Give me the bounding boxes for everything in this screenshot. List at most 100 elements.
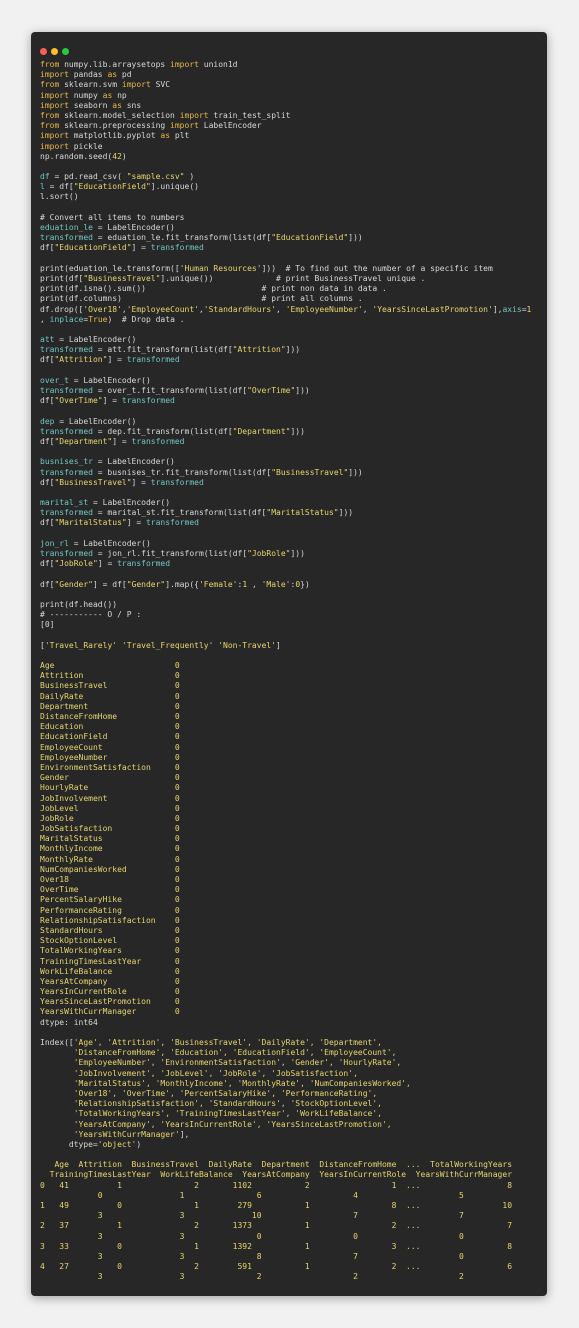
code-token: , (40, 314, 50, 324)
code-token: df[ (40, 559, 55, 569)
code-token: YearsAtCompany 0 (40, 976, 180, 986)
code-token: 3 3 2 2 2 (40, 1272, 464, 1282)
code-line: df["MaritalStatus"] = transformed (40, 518, 541, 528)
code-token: 0 41 1 2 1102 2 1 ... 8 (40, 1180, 513, 1190)
code-token: transformed (150, 243, 204, 253)
minimize-dot[interactable] (51, 48, 58, 55)
code-token: = over_t.fit_transform(list(df[ (92, 386, 248, 395)
code-token: sns (121, 100, 142, 110)
code-token: Index([ (40, 1038, 74, 1047)
code-token: ) (136, 1139, 142, 1149)
code-line: marital_st = LabelEncoder() (40, 498, 541, 508)
code-line: import matplotlib.pyplot as plt (40, 131, 541, 141)
maximize-dot[interactable] (62, 48, 69, 55)
code-token: ) (184, 172, 195, 182)
code-token: [0] (40, 620, 55, 630)
code-token: print(eduation_le.transform([ (40, 263, 180, 273)
code-token: , (247, 579, 262, 589)
code-line: transformed = dep.fit_transform(list(df[… (40, 427, 541, 437)
code-token: ) # Drop data . (107, 314, 185, 324)
code-line: MonthlyIncome 0 (40, 844, 541, 854)
code-line: l.sort() (40, 192, 541, 202)
code-token: 3 33 0 1 1392 1 3 ... 8 (40, 1241, 513, 1251)
code-token: EmployeeCount 0 (40, 742, 180, 752)
code-line: transformed = over_t.fit_transform(list(… (40, 386, 541, 396)
code-token: 1 49 0 1 279 1 8 ... 10 (40, 1201, 513, 1210)
code-line: df.drop(['Over18','EmployeeCount','Stand… (40, 305, 541, 315)
code-line: EducationField 0 (40, 732, 541, 742)
code-token: JobRole 0 (40, 813, 180, 823)
code-token: df[ (40, 518, 55, 528)
code-token: over_t (40, 375, 69, 385)
code-token: TotalWorkingYears 0 (40, 946, 180, 956)
code-token: ] = (112, 436, 132, 446)
code-line: HourlyRate 0 (40, 783, 541, 793)
code-token: from (40, 80, 60, 90)
code-token: dtype= (40, 1139, 98, 1149)
code-token: ] = (131, 243, 151, 253)
code-token: import (40, 100, 69, 110)
code-token: OverTime 0 (40, 885, 180, 895)
code-line: from sklearn.preprocessing import LabelE… (40, 121, 541, 131)
code-line: 'TotalWorkingYears', 'TrainingTimesLastY… (40, 1109, 541, 1119)
code-token: from (40, 110, 60, 120)
code-line: YearsSinceLastPromotion 0 (40, 997, 541, 1007)
code-token: numpy (68, 90, 103, 100)
code-block: from numpy.lib.arraysetops import union1… (40, 60, 541, 1283)
code-token: "EducationField" (73, 182, 151, 192)
code-line: print(df.isna().sum()) # print non data … (40, 284, 541, 294)
code-line: StandardHours 0 (40, 926, 541, 936)
code-token: "Department" (232, 426, 291, 436)
code-token: = jon_rl.fit_transform(list(df[ (92, 549, 248, 558)
code-token: transformed (40, 508, 93, 518)
code-token: df[ (40, 579, 55, 589)
code-token: 'Over18', 'OverTime', 'PercentSalaryHike… (40, 1088, 378, 1098)
code-token: 3 3 8 7 0 (40, 1251, 464, 1261)
code-line: 3 3 0 0 0 (40, 1232, 541, 1242)
code-token: JobSatisfaction 0 (40, 824, 180, 834)
code-line: RelationshipSatisfaction 0 (40, 916, 541, 926)
code-line: , inplace=True) # Drop data . (40, 315, 541, 325)
code-token: = att.fit_transform(list(df[ (92, 345, 233, 355)
code-token: "Attrition" (232, 345, 286, 355)
code-token: # ----------- O / P : (40, 610, 142, 620)
code-token: dep (40, 416, 55, 426)
code-token: union1d (198, 60, 238, 69)
code-token: busnises_tr (40, 457, 93, 467)
code-token: inplace (49, 314, 84, 324)
code-token: transformed (40, 426, 93, 436)
code-line: df["EducationField"] = transformed (40, 243, 541, 253)
code-token: transformed (40, 549, 93, 558)
code-line: att = LabelEncoder() (40, 335, 541, 345)
code-token: = LabelEncoder() (54, 335, 137, 345)
code-token: ] = (102, 396, 122, 406)
code-token: transformed (40, 467, 93, 477)
code-token: import (179, 110, 209, 120)
code-token: "EducationField" (271, 233, 349, 243)
code-token: 'Over18' (83, 304, 122, 314)
code-line: from sklearn.model_selection import trai… (40, 111, 541, 121)
code-token: df[ (40, 396, 55, 406)
code-line: df["JobRole"] = transformed (40, 559, 541, 569)
code-line: np.random.seed(42) (40, 152, 541, 162)
code-line: transformed = eduation_le.fit_transform(… (40, 233, 541, 243)
code-window: from numpy.lib.arraysetops import union1… (31, 32, 547, 1296)
close-dot[interactable] (40, 48, 47, 55)
code-token: 'EmployeeCount' (126, 304, 199, 314)
code-token: Gender 0 (40, 773, 180, 783)
code-token: StockOptionLevel 0 (40, 936, 180, 946)
code-token: ])) # To find out the number of a specif… (261, 263, 493, 273)
code-line: PercentSalaryHike 0 (40, 895, 541, 905)
code-token: PerformanceRating 0 (40, 905, 180, 915)
code-token: , (276, 304, 286, 314)
code-token: as (160, 131, 171, 141)
code-token: ] = df[ (92, 579, 127, 589)
code-token: RelationshipSatisfaction 0 (40, 915, 180, 925)
code-token: 'Female' (198, 579, 238, 589)
code-token: "JobRole" (54, 559, 98, 569)
code-token: matplotlib.pyplot (68, 131, 161, 141)
code-line: df["OverTime"] = transformed (40, 396, 541, 406)
